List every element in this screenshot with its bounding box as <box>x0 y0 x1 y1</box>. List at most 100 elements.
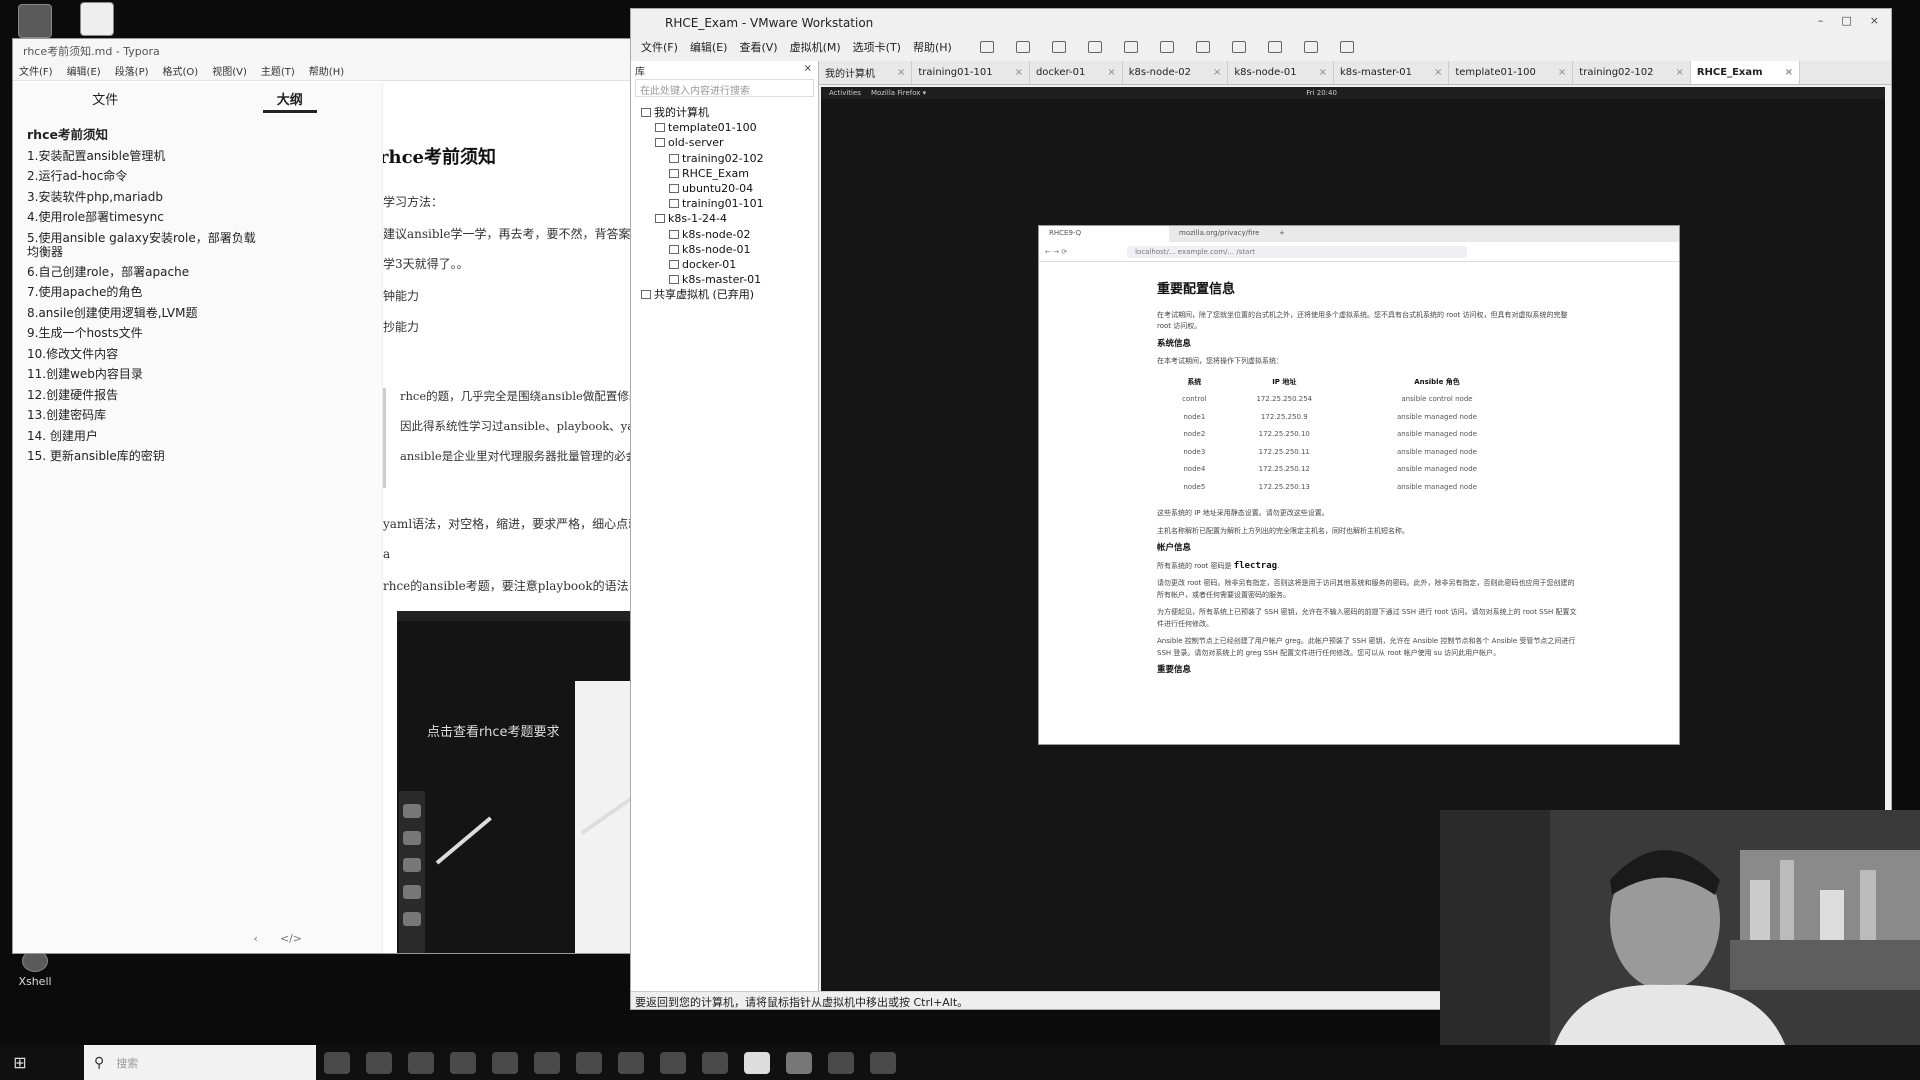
close-icon[interactable]: × <box>1213 67 1221 78</box>
apps-icon[interactable] <box>618 1051 644 1074</box>
outline-item[interactable]: 8.ansile创建使用逻辑卷,LVM题 <box>27 303 368 324</box>
notepad-icon[interactable] <box>576 1051 602 1074</box>
outline-item[interactable]: 10.修改文件内容 <box>27 344 368 365</box>
reload-icon[interactable]: ⟳ <box>1061 248 1067 256</box>
activities-button[interactable]: Activities <box>829 89 861 97</box>
vm-tab[interactable]: k8s-node-02 × <box>1123 61 1229 84</box>
url-bar[interactable]: localhost/... example.com/... /start <box>1127 245 1468 258</box>
close-icon[interactable]: × <box>1107 67 1115 78</box>
settings-icon[interactable] <box>660 1051 686 1074</box>
menu-file[interactable]: 文件(F) <box>19 63 53 78</box>
snapshot-manager-icon[interactable] <box>1123 41 1138 53</box>
close-icon[interactable]: × <box>897 67 905 78</box>
vm-tab[interactable]: RHCE_Exam × <box>1690 61 1800 84</box>
outline-item[interactable]: 5.使用ansible galaxy安装role，部署负载均衡器 <box>27 231 257 259</box>
maximize-button[interactable]: □ <box>1841 14 1851 27</box>
library-item[interactable]: old-server <box>637 135 818 150</box>
library-item[interactable]: template01-100 <box>637 120 818 135</box>
vm-tab[interactable]: training02-102 × <box>1573 61 1691 84</box>
outline-item[interactable]: 1.安装配置ansible管理机 <box>27 146 368 167</box>
vmware-icon[interactable] <box>786 1051 812 1074</box>
outline-item[interactable]: 3.安装软件php,mariadb <box>27 187 368 208</box>
forward-icon[interactable]: → <box>1053 248 1059 256</box>
typora-icon[interactable] <box>744 1051 770 1074</box>
outline-item[interactable]: 11.创建web内容目录 <box>27 364 368 385</box>
close-icon[interactable]: × <box>1785 67 1793 78</box>
outline-item[interactable]: 14. 创建用户 <box>27 426 368 447</box>
taskbar-search-input[interactable]: ⚲ 搜索 <box>84 1045 316 1080</box>
vm-tab[interactable]: k8s-master-01 × <box>1334 61 1450 84</box>
tab-files[interactable]: 文件 <box>78 89 132 113</box>
screenshot-icon[interactable] <box>534 1051 560 1074</box>
vm-tab[interactable]: 我的计算机 × <box>819 61 913 84</box>
menu-format[interactable]: 格式(O) <box>163 63 199 78</box>
library-item[interactable]: ubuntu20-04 <box>637 181 818 196</box>
library-item[interactable]: k8s-node-02 <box>637 227 818 242</box>
vm-tab[interactable]: docker-01 × <box>1030 61 1123 84</box>
wps-icon[interactable] <box>828 1051 854 1074</box>
library-item[interactable]: 共享虚拟机 (已弃用) <box>637 287 818 302</box>
menu-view[interactable]: 查看(V) <box>739 39 777 55</box>
menu-tabs[interactable]: 选项卡(T) <box>853 39 901 55</box>
menu-help[interactable]: 帮助(H) <box>309 63 344 78</box>
fullscreen-icon[interactable] <box>1231 41 1246 53</box>
console-icon[interactable] <box>1303 41 1318 53</box>
windows-start-icon[interactable]: ⊞ <box>0 1053 40 1072</box>
pause-icon[interactable] <box>979 41 994 53</box>
close-icon[interactable]: × <box>1319 67 1327 78</box>
library-item[interactable]: k8s-node-01 <box>637 242 818 257</box>
menu-paragraph[interactable]: 段落(P) <box>115 63 149 78</box>
terminal-icon[interactable] <box>870 1051 896 1074</box>
menu-edit[interactable]: 编辑(E) <box>690 39 728 55</box>
outline-item[interactable]: 13.创建密码库 <box>27 405 368 426</box>
library-item[interactable]: docker-01 <box>637 257 818 272</box>
menu-vm[interactable]: 虚拟机(M) <box>790 39 841 55</box>
menu-help[interactable]: 帮助(H) <box>913 39 952 55</box>
revert-icon[interactable] <box>1087 41 1102 53</box>
file-explorer-icon[interactable] <box>702 1051 728 1074</box>
app-icon[interactable] <box>450 1051 476 1074</box>
menu-theme[interactable]: 主题(T) <box>261 63 295 78</box>
chrome-icon[interactable] <box>366 1051 392 1074</box>
close-icon[interactable]: × <box>1434 67 1442 78</box>
close-button[interactable]: × <box>1870 14 1879 27</box>
snapshot-icon[interactable] <box>1051 41 1066 53</box>
menu-view[interactable]: 视图(V) <box>212 63 247 78</box>
outline-item[interactable]: 9.生成一个hosts文件 <box>27 323 368 344</box>
task-view-icon[interactable] <box>324 1051 350 1074</box>
library-item[interactable]: RHCE_Exam <box>637 166 818 181</box>
outline-item[interactable]: 15. 更新ansible库的密钥 <box>27 446 368 467</box>
library-item[interactable]: k8s-1-24-4 <box>637 211 818 226</box>
browser-tab[interactable]: mozilla.org/privacy/fire <box>1169 226 1269 242</box>
close-icon[interactable]: × <box>1675 67 1683 78</box>
library-item[interactable]: training02-102 <box>637 151 818 166</box>
source-code-icon[interactable]: </> <box>280 932 302 945</box>
desktop-icon-1[interactable] <box>0 4 70 41</box>
back-icon[interactable]: ‹ <box>253 932 257 945</box>
library-item[interactable]: k8s-master-01 <box>637 272 818 287</box>
outline-item[interactable]: 4.使用role部署timesync <box>27 207 368 228</box>
close-icon[interactable]: × <box>1015 67 1023 78</box>
close-icon[interactable]: × <box>804 63 812 74</box>
close-icon[interactable]: × <box>1558 67 1566 78</box>
wechat-icon[interactable] <box>492 1051 518 1074</box>
unity-icon[interactable] <box>1267 41 1282 53</box>
back-icon[interactable]: ← <box>1045 248 1051 256</box>
vm-tab[interactable]: k8s-node-01 × <box>1228 61 1335 84</box>
stretch-icon[interactable] <box>1339 41 1354 53</box>
sidebar-toggle-icon[interactable] <box>1159 41 1174 53</box>
outline-item[interactable]: 7.使用apache的角色 <box>27 282 368 303</box>
browser-tab[interactable]: RHCE9-Q <box>1039 226 1169 242</box>
outline-item[interactable]: 6.自己创建role，部署apache <box>27 262 368 283</box>
desktop-icon-2[interactable] <box>62 2 132 39</box>
firefox-menu[interactable]: Mozilla Firefox ▾ <box>871 89 926 97</box>
outline-item[interactable]: rhce考前须知 <box>27 125 368 146</box>
library-item[interactable]: 我的计算机 <box>637 105 818 120</box>
menu-file[interactable]: 文件(F) <box>641 39 678 55</box>
vm-tab[interactable]: template01-100 × <box>1449 61 1574 84</box>
library-item[interactable]: training01-101 <box>637 196 818 211</box>
vm-tab[interactable]: training01-101 × <box>912 61 1030 84</box>
menu-edit[interactable]: 编辑(E) <box>67 63 101 78</box>
typora-editor[interactable]: rhce考前须知 学习方法： 建议ansible学一学，再去考，要不然，背答案，… <box>383 83 631 953</box>
minimize-button[interactable]: – <box>1818 14 1824 27</box>
